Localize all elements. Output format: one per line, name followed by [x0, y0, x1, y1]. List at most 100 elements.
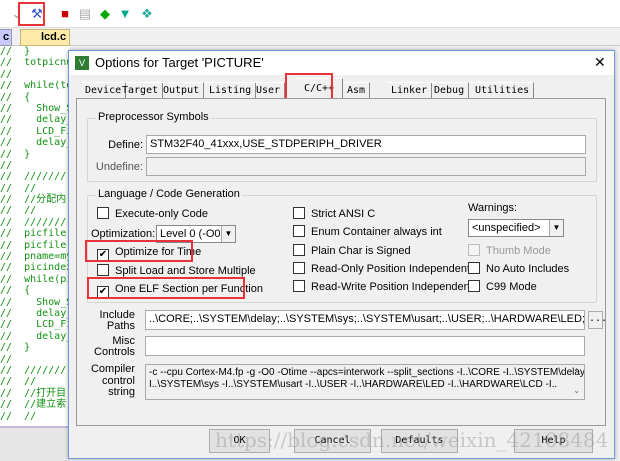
c99-mode-checkbox[interactable]: C99 Mode [468, 280, 537, 294]
scroll-down-icon[interactable]: ⌄ [573, 385, 580, 397]
manage-rte-icon[interactable]: ❖ [138, 5, 156, 23]
help-button[interactable]: Help [514, 429, 593, 453]
code-line: // } [0, 46, 31, 57]
select-value: Level 0 (-O0) [160, 228, 225, 240]
code-editor[interactable]: // }// totpicnu//// while(to// {// Show_… [0, 46, 70, 426]
checkbox-label: Execute-only Code [115, 208, 208, 220]
keil-logo-icon: V [75, 56, 89, 70]
code-line: // totpicnu [0, 57, 70, 69]
code-line: // [0, 353, 13, 365]
code-line: // { [0, 91, 31, 103]
define-label: Define: [108, 139, 143, 151]
undefine-label: Undefine: [95, 161, 143, 173]
compiler-line: I..\SYSTEM\sys -I..\SYSTEM\usart -I..\US… [149, 379, 558, 390]
label-line: string [108, 386, 135, 398]
code-line: // delay_ [0, 330, 70, 342]
thumb-mode-checkbox: Thumb Mode [468, 244, 551, 258]
label-line: Controls [94, 346, 135, 358]
toolbar: ⌄ ⚒ ■ ▤ ◆ ▼ ❖ [0, 0, 620, 28]
ok-button[interactable]: OK [209, 429, 270, 453]
tab-user[interactable]: User [252, 82, 286, 99]
code-line: // { [0, 285, 31, 297]
select-value: <unspecified> [472, 222, 541, 234]
pack-installer-icon[interactable]: ▼ [116, 5, 134, 23]
tab-target[interactable]: Target [118, 82, 164, 99]
defaults-button[interactable]: Defaults [381, 429, 458, 453]
select-software-packs-icon[interactable]: ◆ [96, 5, 114, 23]
tab-listing[interactable]: Listing [205, 82, 257, 99]
execute-only-checkbox[interactable]: Execute-only Code [97, 207, 208, 221]
code-line: // while(pi [0, 273, 70, 285]
code-line: // delay_ [0, 137, 70, 149]
plain-char-checkbox[interactable]: Plain Char is Signed [293, 244, 411, 258]
tab-debug[interactable]: Debug [430, 82, 470, 99]
checkbox-label: Thumb Mode [486, 245, 551, 257]
close-icon[interactable]: ✕ [594, 54, 606, 71]
code-line: // // [0, 376, 37, 388]
title-bar: V Options for Target 'PICTURE' ✕ [69, 51, 614, 75]
file-tabs: c lcd.c [0, 28, 620, 46]
tab-linker[interactable]: Linker [387, 82, 433, 99]
no-auto-includes-checkbox[interactable]: No Auto Includes [468, 262, 569, 276]
code-line: // //分配内 [0, 194, 67, 206]
undefine-input[interactable] [146, 157, 586, 176]
chevron-down-icon: ▼ [549, 220, 563, 236]
select-packs-icon[interactable]: ▤ [76, 5, 94, 23]
group-legend: Preprocessor Symbols [96, 111, 211, 123]
split-load-checkbox[interactable]: Split Load and Store Multiple [97, 264, 256, 278]
file-tab[interactable]: c [0, 29, 12, 46]
checkbox-label: Plain Char is Signed [311, 245, 411, 257]
label-line: Compiler [90, 363, 135, 375]
code-line: // /////// [0, 216, 67, 228]
rw-pi-checkbox[interactable]: Read-Write Position Independent [293, 280, 473, 294]
checkbox-box [293, 207, 305, 219]
checkbox-box [468, 262, 480, 274]
tab-output[interactable]: Output [159, 82, 205, 99]
file-tab-lcd[interactable]: lcd.c [20, 29, 70, 46]
checkbox-box [97, 207, 109, 219]
code-line: // delay_ [0, 307, 70, 319]
code-line: // /////// [0, 364, 67, 376]
checkbox-label: No Auto Includes [486, 263, 570, 275]
scroll-up-icon[interactable]: ⌃ [573, 366, 580, 378]
checkbox-box [468, 280, 480, 292]
code-line: // LCD_Fi [0, 319, 70, 331]
group-legend: Language / Code Generation [96, 188, 242, 200]
highlight-box [85, 240, 193, 262]
compiler-string-box[interactable]: -c --cpu Cortex-M4.fp -g -O0 -Otime --ap… [145, 364, 585, 400]
checkbox-label: Strict ANSI C [311, 208, 376, 220]
label-line: control [101, 374, 135, 387]
code-line: // picindex [0, 262, 70, 274]
checkbox-label: Enum Container always int [311, 226, 442, 238]
dialog-title: Options for Target 'PICTURE' [95, 55, 264, 70]
output-pane [0, 426, 70, 461]
code-line: // //建立索 [0, 399, 67, 411]
language-group: Language / Code Generation Execute-only … [85, 188, 597, 303]
misc-controls-input[interactable] [145, 336, 585, 356]
code-line: // while(to [0, 80, 70, 92]
enum-int-checkbox[interactable]: Enum Container always int [293, 225, 442, 239]
manage-components-icon[interactable]: ■ [56, 5, 74, 23]
ro-pi-checkbox[interactable]: Read-Only Position Independent [293, 262, 470, 276]
preprocessor-group: Preprocessor Symbols Define: STM32F40_41… [87, 111, 597, 182]
file-tab-label: lcd.c [41, 31, 67, 43]
file-tab-label: c [3, 31, 10, 43]
cancel-button[interactable]: Cancel [294, 429, 371, 453]
code-line: // [0, 68, 13, 80]
code-line: // // [0, 182, 37, 194]
browse-button[interactable]: ... [588, 311, 607, 329]
warnings-select[interactable]: <unspecified> ▼ [468, 219, 564, 237]
chevron-down-icon: ▼ [221, 226, 235, 242]
code-line: // //打开目 [0, 387, 67, 399]
code-line: // // [0, 205, 37, 217]
warnings-label: Warnings: [468, 202, 518, 214]
code-line: // pname=my [0, 251, 70, 263]
include-paths-input[interactable]: ..\CORE;..\SYSTEM\delay;..\SYSTEM\sys;..… [145, 310, 585, 330]
tab-asm[interactable]: Asm [343, 82, 371, 99]
checkbox-box [293, 280, 305, 292]
define-input[interactable]: STM32F40_41xxx,USE_STDPERIPH_DRIVER [146, 135, 586, 154]
tab-panel-cc: Preprocessor Symbols Define: STM32F40_41… [76, 98, 607, 426]
tab-utilities[interactable]: Utilities [471, 82, 535, 99]
label-line: Paths [106, 320, 135, 332]
strict-ansi-checkbox[interactable]: Strict ANSI C [293, 207, 375, 221]
